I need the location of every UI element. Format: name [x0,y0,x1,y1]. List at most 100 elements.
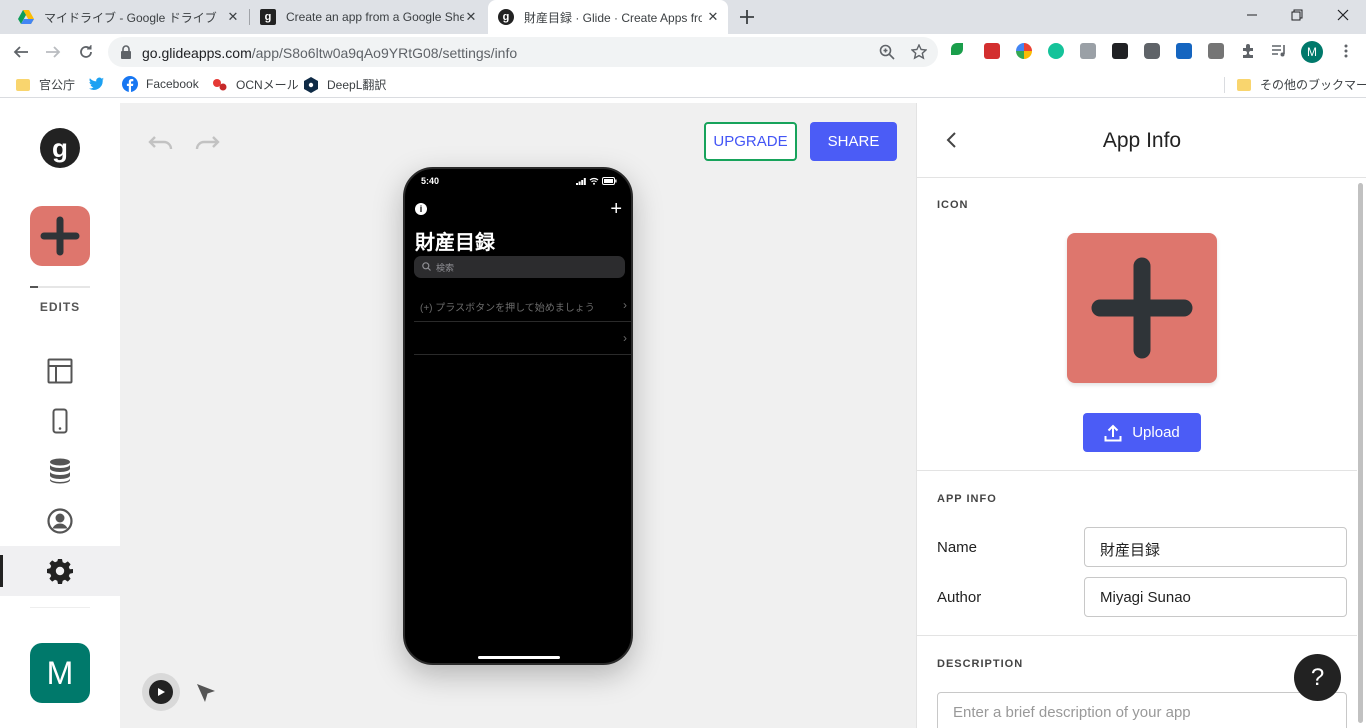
color-picker-extension-icon[interactable] [1016,43,1032,59]
icon-section-label: ICON [937,199,969,211]
list-item[interactable]: (+) プラスボタンを押して始めましょう › [414,289,631,322]
cursor-pointer-icon[interactable] [194,681,218,705]
edits-progress-bar [30,286,90,288]
new-tab-icon[interactable] [738,8,756,26]
phone-preview[interactable]: 5:40 i + 財産目録 検索 (+) プラスボタンを押して始めましょう › … [403,167,633,665]
layout-nav-button[interactable] [0,346,120,396]
list-item[interactable]: › [414,322,631,355]
close-tab-icon[interactable]: ✕ [706,10,720,24]
pdf-extension-icon[interactable] [984,43,1000,59]
phone-icon [52,408,68,434]
upload-button[interactable]: Upload [1083,413,1201,452]
tab-title: マイドライブ - Google ドライブ [44,10,217,25]
close-window-icon[interactable] [1320,0,1366,30]
database-icon [50,458,70,484]
phone-screen-title: 財産目録 [415,232,495,254]
chevron-right-icon: › [623,331,627,345]
add-icon[interactable]: + [610,199,622,219]
address-bar[interactable]: go.glideapps.com/app/S8o6ltw0a9qAo9YRtG0… [108,37,938,67]
glide-logo[interactable]: g [40,128,80,168]
share-button[interactable]: SHARE [810,122,897,161]
play-icon [149,680,173,704]
other-bookmarks[interactable]: その他のブックマーク [1236,76,1366,93]
bookmark-item[interactable]: 官公庁 [15,76,75,93]
wifi-icon [589,177,599,185]
bookmark-item[interactable]: Facebook [122,76,199,92]
upgrade-button[interactable]: UPGRADE [704,122,797,161]
bookmark-extension-icon[interactable] [1112,43,1128,59]
settings-nav-button[interactable] [0,546,120,596]
close-tab-icon[interactable]: ✕ [464,10,478,24]
back-arrow-icon[interactable] [10,41,32,63]
user-circle-icon [47,508,73,534]
undo-icon[interactable] [147,132,175,154]
more-menu-icon[interactable] [1338,43,1354,59]
minimize-icon[interactable] [1229,0,1275,30]
section-divider [917,635,1357,636]
bookmarks-separator [1224,77,1225,93]
phone-status-icons [576,177,617,185]
phone-preview-nav-button[interactable] [0,396,120,446]
home-indicator [478,656,560,659]
lightbulb-extension-icon[interactable] [1144,43,1160,59]
panel-title: App Info [1102,129,1182,152]
edits-label: EDITS [39,300,81,314]
twitter-icon [89,76,105,92]
panel-header: App Info [917,103,1366,178]
panel-scrollbar-thumb[interactable] [1358,183,1363,723]
url-host: go.glideapps.com [142,45,252,61]
redo-icon[interactable] [193,132,221,154]
name-field[interactable]: 財産目録 [1084,527,1347,567]
glide-icon: g [498,9,514,25]
search-icon [422,262,431,271]
browser-toolbar: go.glideapps.com/app/S8o6ltw0a9qAo9YRtG0… [0,34,1366,70]
app-icon-preview[interactable] [1067,233,1217,383]
grammarly-icon[interactable] [1048,43,1064,59]
close-tab-icon[interactable]: ✕ [226,10,240,24]
rail-divider [30,607,90,608]
account-avatar[interactable]: M [30,643,90,703]
author-field[interactable]: Miyagi Sunao [1084,577,1347,617]
info-icon[interactable]: i [415,203,427,215]
bookmark-item[interactable] [89,76,113,92]
extension-icon[interactable] [1208,43,1224,59]
deepl-icon [303,76,319,93]
url-text: go.glideapps.com/app/S8o6ltw0a9qAo9YRtG0… [142,45,517,61]
description-field[interactable]: Enter a brief description of your app [937,692,1347,728]
bookmark-label: Facebook [146,77,199,91]
app-icon-tile[interactable] [30,206,90,266]
reload-icon[interactable] [75,41,97,63]
glide-sidebar: g EDITS M [0,103,120,728]
extension-icon[interactable] [951,43,963,55]
extension-icon[interactable] [1176,43,1192,59]
zoom-icon[interactable] [879,44,895,60]
data-nav-button[interactable] [0,446,120,496]
lock-icon[interactable] [120,45,132,59]
list-item-text: (+) プラスボタンを押して始めましょう [420,303,595,314]
bookmark-item[interactable]: DeepL翻訳 [303,76,386,93]
tab-create-app[interactable]: g Create an app from a Google Sheet ✕ [250,0,486,34]
bookmark-item[interactable]: OCNメール [212,76,299,93]
bookmark-label: その他のブックマーク [1260,78,1366,92]
users-nav-button[interactable] [0,496,120,546]
bookmarks-bar: 官公庁 Facebook OCNメール DeepL翻訳 その他のブックマーク [0,70,1366,98]
section-divider [917,470,1357,471]
bookmark-label: DeepL翻訳 [327,78,387,92]
tab-google-drive[interactable]: マイドライブ - Google ドライブ ✕ [8,0,248,34]
profile-avatar[interactable]: M [1301,41,1323,63]
forward-arrow-icon[interactable] [42,41,64,63]
facebook-icon [122,76,138,92]
plus-icon [1091,257,1193,359]
media-controls-icon[interactable] [1271,43,1287,59]
extension-icon[interactable] [1080,43,1096,59]
puzzle-extensions-icon[interactable] [1240,43,1256,59]
restore-icon[interactable] [1274,0,1320,30]
tab-zaisan-mokuroku[interactable]: g 財産目録 · Glide · Create Apps from ✕ [488,0,728,34]
builder-canvas: UPGRADE SHARE 5:40 i + 財産目録 検索 (+) プラスボタ… [120,103,916,728]
bookmark-star-icon[interactable] [911,44,927,60]
help-button[interactable]: ? [1294,654,1341,701]
play-preview-button[interactable] [142,673,180,711]
gear-icon [47,559,73,584]
phone-search-bar[interactable]: 検索 [414,256,625,278]
app-info-section-label: APP INFO [937,493,997,505]
